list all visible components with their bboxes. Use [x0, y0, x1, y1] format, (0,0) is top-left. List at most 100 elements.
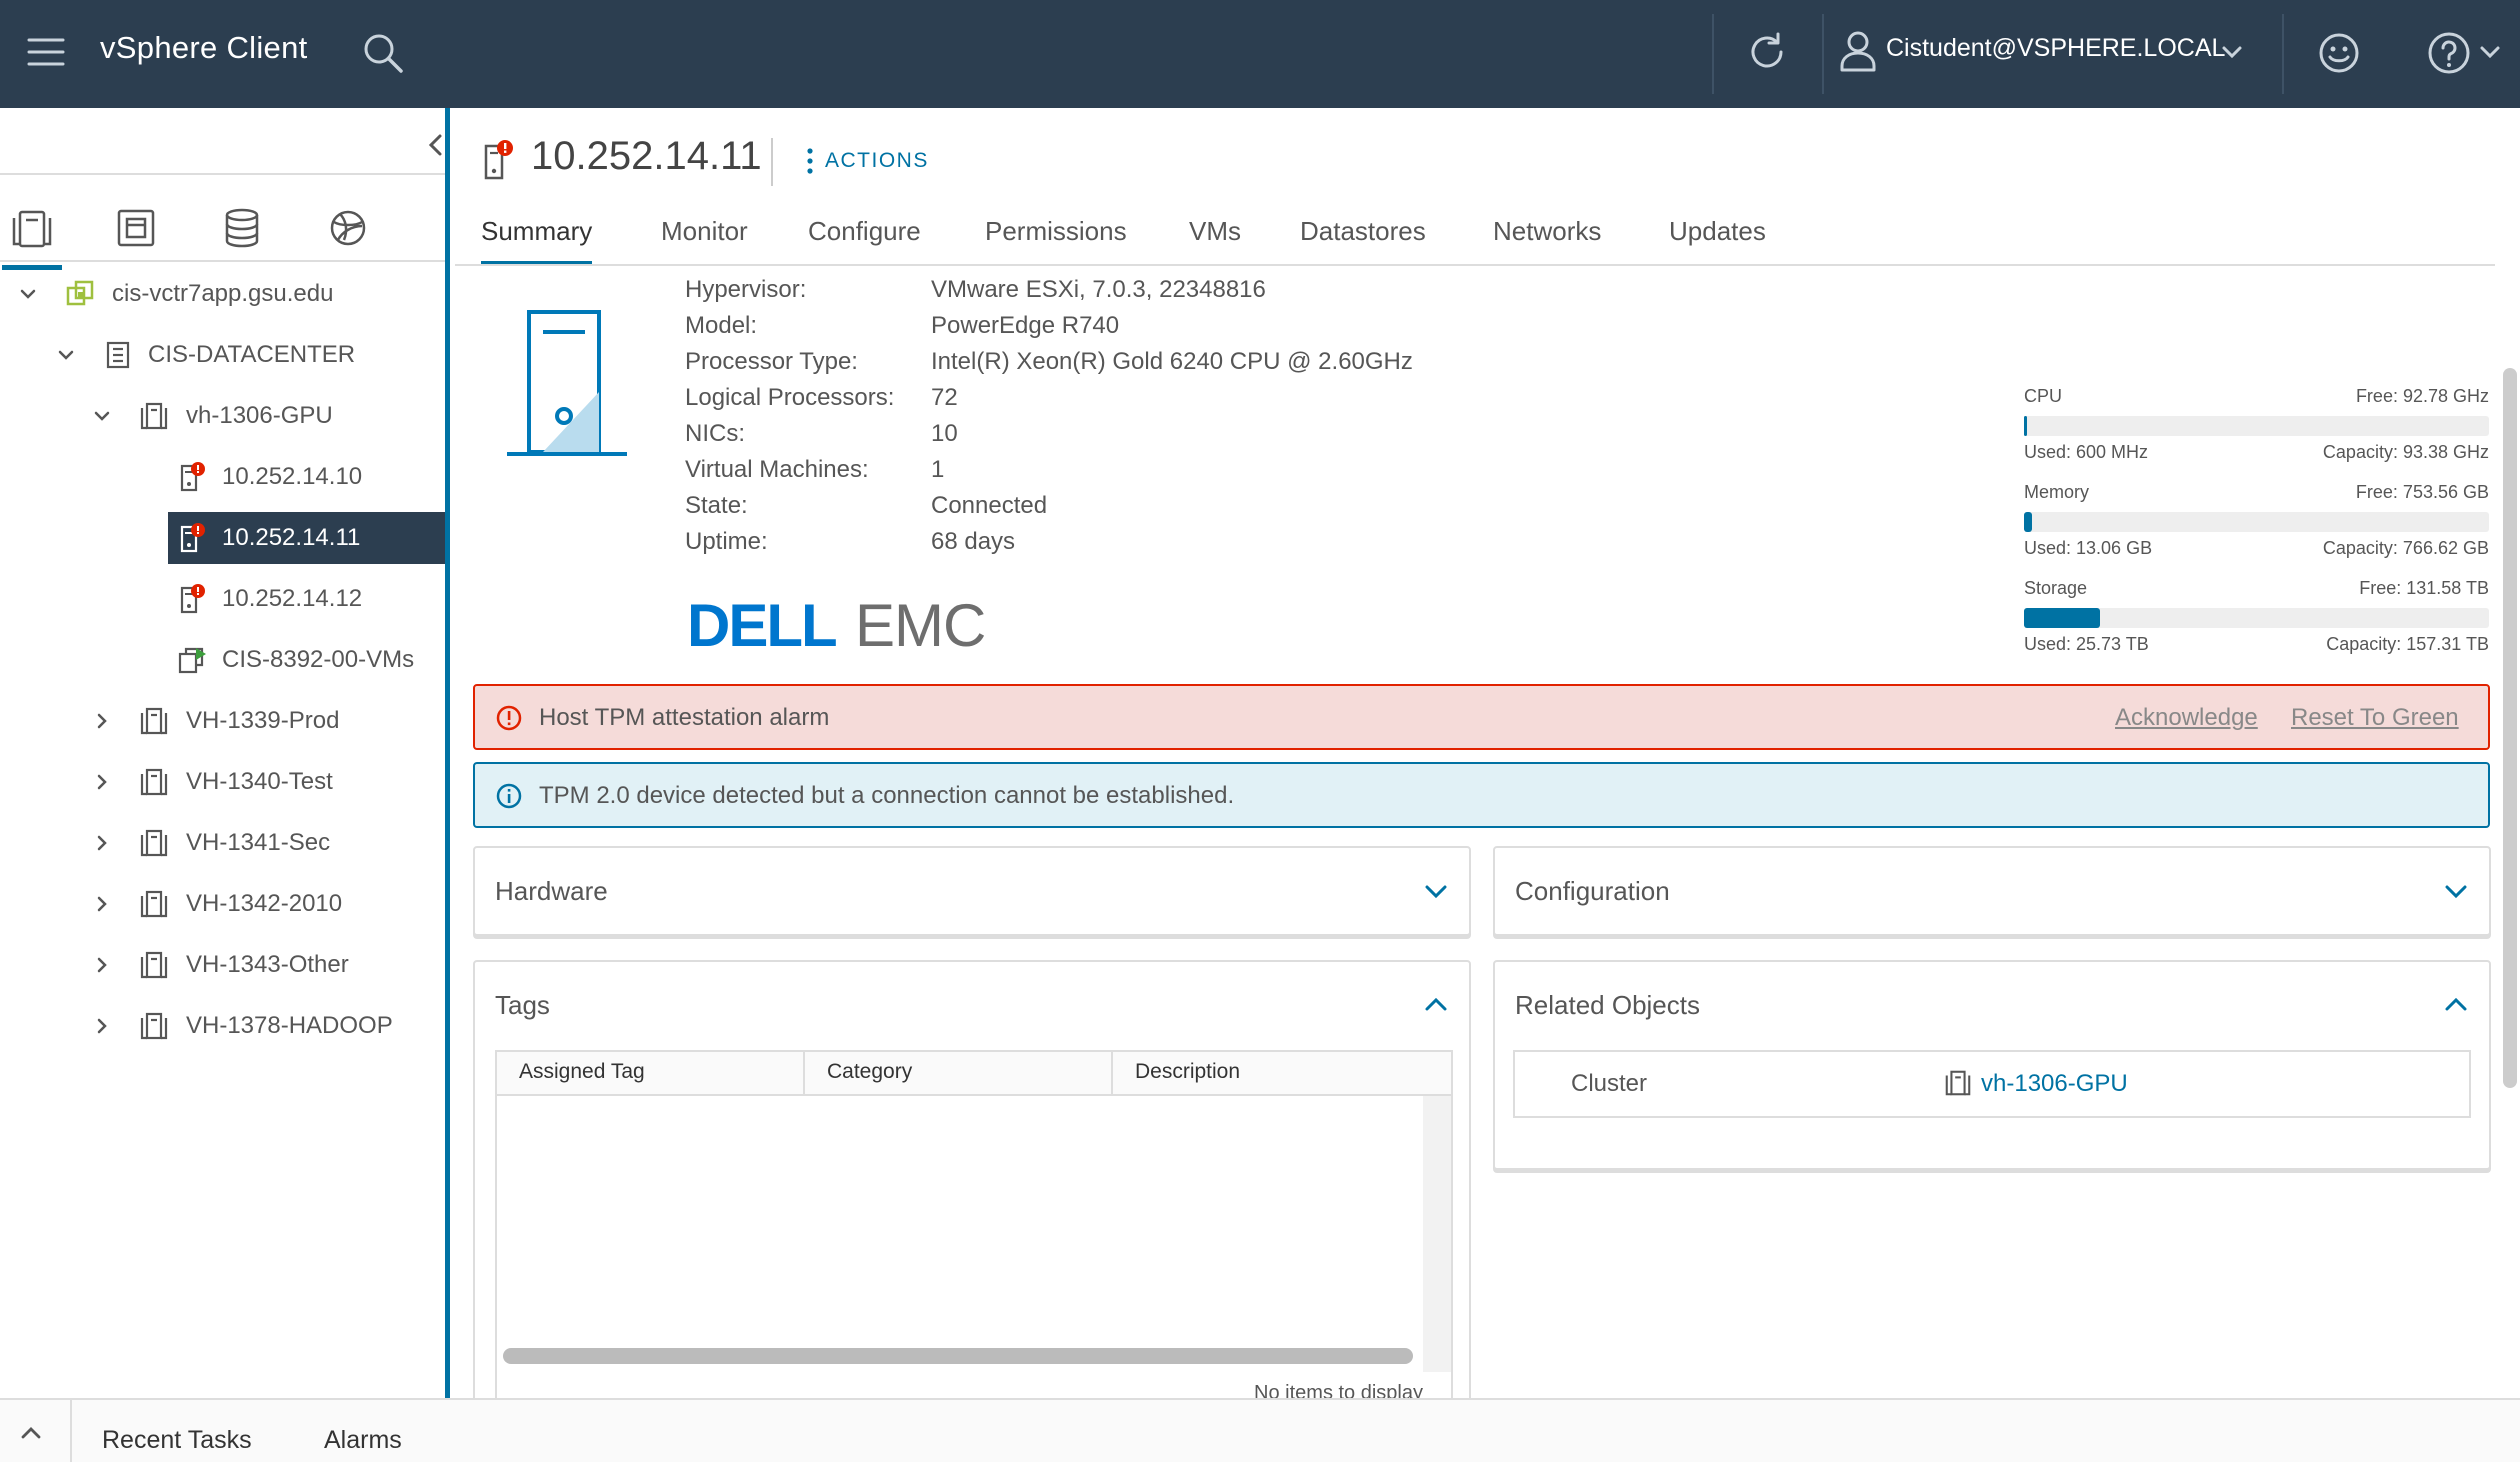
storage-usage-bar [2024, 608, 2489, 628]
svg-text:EMC: EMC [855, 592, 985, 659]
column-header-description[interactable]: Description [1113, 1052, 1451, 1094]
column-header-assigned-tag[interactable]: Assigned Tag [497, 1052, 805, 1094]
card-title: Tags [495, 990, 550, 1020]
hamburger-menu-icon[interactable] [26, 34, 66, 70]
property-value: 10 [931, 420, 958, 447]
tab-vms[interactable]: VMs [1189, 204, 1241, 266]
chevron-right-icon[interactable] [92, 711, 112, 731]
chevron-right-icon[interactable] [92, 772, 112, 792]
tree-node-host[interactable]: 10.252.14.12 [0, 573, 445, 625]
tree-node-resource-pool[interactable]: CIS-8392-00-VMs [0, 634, 445, 686]
related-cluster-link[interactable]: vh-1306-GPU [1981, 1070, 2128, 1098]
cluster-icon [138, 400, 170, 432]
chevron-down-icon[interactable] [92, 406, 112, 426]
alarms-tab[interactable]: Alarms [324, 1426, 402, 1455]
tree-node-label: cis-vctr7app.gsu.edu [112, 280, 334, 307]
storage-usage-fill [2024, 608, 2101, 628]
horizontal-scrollbar[interactable] [503, 1348, 1413, 1364]
acknowledge-link[interactable]: Acknowledge [2115, 704, 2258, 732]
user-icon[interactable] [1836, 26, 1880, 76]
property-value: Intel(R) Xeon(R) Gold 6240 CPU @ 2.60GHz [931, 348, 1413, 375]
property-value: 68 days [931, 528, 1016, 555]
tree-node-host[interactable]: 10.252.14.10 [0, 451, 445, 503]
refresh-icon[interactable] [1743, 28, 1791, 76]
divider [771, 138, 773, 186]
tab-summary[interactable]: Summary [481, 204, 593, 266]
tree-node-label: VH-1342-2010 [186, 890, 343, 917]
resource-free: Free: 753.56 GB [2355, 482, 2489, 502]
tree-node-cluster[interactable]: VH-1343-Other [0, 939, 445, 991]
tree-node-vcenter[interactable]: cis-vctr7app.gsu.edu [0, 268, 445, 320]
vertical-ellipsis-icon [807, 148, 813, 174]
host-alarm-icon [176, 461, 208, 493]
tab-permissions[interactable]: Permissions [985, 204, 1127, 266]
tree-node-cluster[interactable]: VH-1342-2010 [0, 878, 445, 930]
cluster-icon [138, 888, 170, 920]
property-key: Virtual Machines: [685, 456, 869, 483]
chevron-right-icon[interactable] [92, 894, 112, 914]
chevron-down-icon[interactable] [2441, 876, 2471, 906]
property-key: Model: [685, 312, 758, 339]
chevron-up-icon[interactable] [1421, 990, 1451, 1020]
property-value: 72 [931, 384, 958, 411]
tab-configure[interactable]: Configure [808, 204, 921, 266]
tree-node-cluster[interactable]: VH-1340-Test [0, 756, 445, 808]
tree-node-cluster[interactable]: VH-1341-Sec [0, 817, 445, 869]
help-icon[interactable] [2424, 28, 2474, 78]
dell-emc-logo: DELL EMC [687, 586, 1007, 666]
hardware-card[interactable]: Hardware [473, 846, 1471, 936]
property-key: Uptime: [685, 528, 768, 555]
card-title: Hardware [495, 876, 608, 906]
tab-updates[interactable]: Updates [1669, 204, 1766, 266]
tab-datastores[interactable]: Datastores [1300, 204, 1426, 266]
recent-tasks-tab[interactable]: Recent Tasks [102, 1426, 252, 1455]
memory-usage-bar [2024, 512, 2489, 532]
bottom-panel-bar: Recent Tasks Alarms [0, 1398, 2520, 1462]
content-scrollbar[interactable] [2503, 368, 2517, 1088]
chevron-right-icon[interactable] [92, 1016, 112, 1036]
user-menu-label[interactable]: Cistudent@VSPHERE.LOCAL [1886, 34, 2225, 63]
chevron-down-icon[interactable] [1421, 876, 1451, 906]
vcenter-icon [64, 278, 96, 310]
feedback-smiley-icon[interactable] [2316, 30, 2362, 76]
info-banner: TPM 2.0 device detected but a connection… [473, 762, 2490, 828]
alarm-banner: Host TPM attestation alarm Acknowledge R… [473, 684, 2490, 750]
property-key: Hypervisor: [685, 276, 807, 303]
vertical-scrollbar[interactable] [1423, 1096, 1451, 1372]
tree-node-cluster[interactable]: vh-1306-GPU [0, 390, 445, 442]
alert-circle-icon [495, 704, 523, 732]
tree-node-host-selected[interactable]: 10.252.14.11 [168, 512, 445, 564]
chevron-down-icon[interactable] [2220, 40, 2244, 64]
collapse-sidebar-icon[interactable] [422, 128, 450, 162]
actions-menu-button[interactable]: ACTIONS [805, 146, 929, 176]
card-title: Configuration [1515, 876, 1670, 906]
tree-node-cluster[interactable]: VH-1378-HADOOP [0, 1000, 445, 1052]
info-text: TPM 2.0 device detected but a connection… [539, 782, 1235, 809]
app-title: vSphere Client [100, 30, 308, 65]
column-header-category[interactable]: Category [805, 1052, 1113, 1094]
cluster-icon [138, 1010, 170, 1042]
chevron-down-icon[interactable] [18, 284, 38, 304]
related-objects-card: Related Objects Cluster vh-1306-GPU [1493, 960, 2491, 1170]
configuration-card[interactable]: Configuration [1493, 846, 2491, 936]
chevron-right-icon[interactable] [92, 955, 112, 975]
resource-used: Used: 25.73 TB [2024, 634, 2149, 654]
resource-capacity: Capacity: 766.62 GB [2322, 538, 2489, 558]
search-icon[interactable] [360, 30, 406, 76]
tab-monitor[interactable]: Monitor [661, 204, 748, 266]
chevron-down-icon[interactable] [2478, 40, 2502, 64]
tree-node-cluster[interactable]: VH-1339-Prod [0, 695, 445, 747]
resource-pool-icon [176, 644, 208, 676]
chevron-up-icon[interactable] [2441, 990, 2471, 1020]
tab-networks[interactable]: Networks [1493, 204, 1601, 266]
header-divider [1822, 14, 1824, 94]
divider [0, 260, 445, 262]
reset-to-green-link[interactable]: Reset To Green [2291, 704, 2459, 732]
chevron-down-icon[interactable] [56, 345, 76, 365]
card-title: Related Objects [1515, 990, 1700, 1020]
cpu-usage-fill [2024, 416, 2027, 436]
property-value: VMware ESXi, 7.0.3, 22348816 [931, 276, 1266, 303]
chevron-up-icon[interactable] [18, 1420, 44, 1446]
tree-node-datacenter[interactable]: CIS-DATACENTER [0, 329, 445, 381]
chevron-right-icon[interactable] [92, 833, 112, 853]
